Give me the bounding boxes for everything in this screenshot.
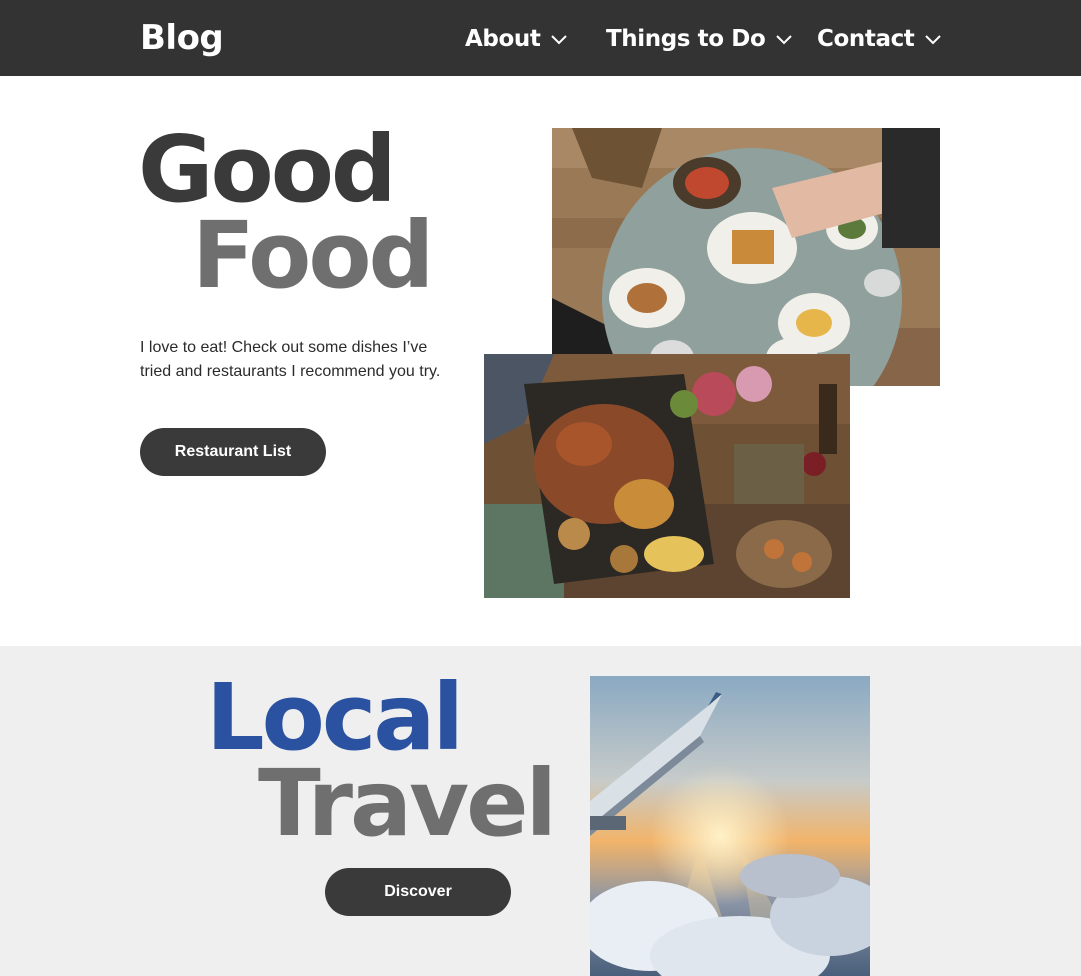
chevron-down-icon [551, 35, 568, 45]
chevron-down-icon [925, 35, 942, 45]
airplane-wing-photo [590, 676, 870, 976]
nav-contact-menu[interactable]: Contact [817, 22, 942, 56]
food-table-photo [552, 128, 940, 386]
top-navigation-bar: Blog About Things to Do Contact [0, 0, 1081, 76]
nav-contact-label: Contact [817, 26, 915, 52]
brand-logo-link[interactable]: Blog [140, 16, 224, 60]
discover-button[interactable]: Discover [325, 868, 511, 916]
travel-heading-line2: Travel [258, 750, 557, 857]
restaurant-list-button[interactable]: Restaurant List [140, 428, 326, 476]
chevron-down-icon [776, 35, 793, 45]
nav-things-to-do-label: Things to Do [606, 26, 766, 52]
food-description: I love to eat! Check out some dishes I’v… [140, 339, 441, 380]
food-heading-line2: Food [192, 202, 434, 309]
food-platter-photo [484, 354, 850, 598]
nav-about-label: About [465, 26, 541, 52]
nav-about-menu[interactable]: About [465, 22, 568, 56]
nav-things-to-do-menu[interactable]: Things to Do [606, 22, 793, 56]
